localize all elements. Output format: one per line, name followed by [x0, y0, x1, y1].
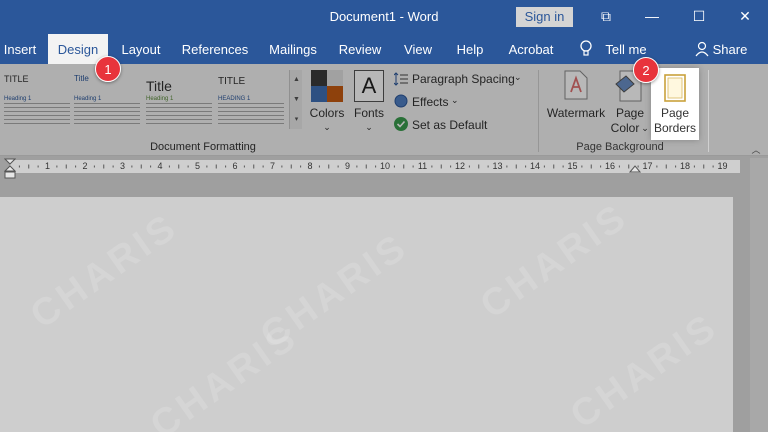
ruler-number: 6: [232, 161, 238, 171]
sign-in-button[interactable]: Sign in: [516, 7, 573, 27]
ruler-number: 7: [269, 161, 275, 171]
tab-acrobat[interactable]: Acrobat: [504, 34, 558, 64]
tab-references[interactable]: References: [180, 34, 250, 64]
group-label-page-background: Page Background: [576, 141, 664, 153]
ruler-number: 9: [344, 161, 350, 171]
person-icon[interactable]: [695, 41, 709, 57]
ruler-number: 12: [454, 161, 465, 171]
ribbon-divider: [708, 70, 709, 152]
ruler-number: 2: [82, 161, 88, 171]
lightbulb-icon[interactable]: [579, 40, 593, 58]
ruler-number: 16: [604, 161, 615, 171]
ruler-number: 15: [567, 161, 578, 171]
ruler-number: 1: [44, 161, 50, 171]
tab-mailings[interactable]: Mailings: [264, 34, 322, 64]
ruler-number: 5: [194, 161, 200, 171]
right-indent-marker-icon[interactable]: [629, 164, 641, 173]
close-button[interactable]: ✕: [733, 5, 757, 27]
ruler-number: 17: [642, 161, 653, 171]
ruler-number: 8: [307, 161, 313, 171]
page-borders-icon[interactable]: [664, 74, 686, 102]
ruler-number: 3: [119, 161, 125, 171]
document-page[interactable]: [0, 197, 733, 432]
vertical-scrollbar[interactable]: [750, 158, 768, 432]
title-bar: Document1 - Word Sign in ⧉ — ☐ ✕: [0, 0, 768, 34]
ruler-number: 11: [417, 161, 428, 171]
tab-layout[interactable]: Layout: [116, 34, 166, 64]
page-borders-line-1[interactable]: Page: [651, 106, 699, 121]
ruler-number: 13: [492, 161, 503, 171]
ruler-number: 10: [379, 161, 390, 171]
tab-view[interactable]: View: [398, 34, 438, 64]
tab-review[interactable]: Review: [336, 34, 384, 64]
ribbon-display-options-icon[interactable]: ⧉: [594, 5, 618, 27]
collapse-ribbon-icon[interactable]: ︿: [749, 143, 763, 155]
ruler-number: 4: [157, 161, 163, 171]
step-marker-2: 2: [633, 57, 659, 83]
minimize-button[interactable]: —: [640, 5, 664, 27]
ruler-number: 14: [529, 161, 540, 171]
tab-insert[interactable]: Insert: [0, 34, 40, 64]
page-borders-line-2[interactable]: Borders: [651, 121, 699, 136]
tab-help[interactable]: Help: [450, 34, 490, 64]
ruler-number: 19: [717, 161, 728, 171]
step-marker-1: 1: [95, 56, 121, 82]
indent-marker-icon[interactable]: [4, 158, 16, 180]
maximize-button[interactable]: ☐: [687, 5, 711, 27]
share-button[interactable]: Share: [712, 34, 748, 64]
ruler-number: 18: [679, 161, 690, 171]
